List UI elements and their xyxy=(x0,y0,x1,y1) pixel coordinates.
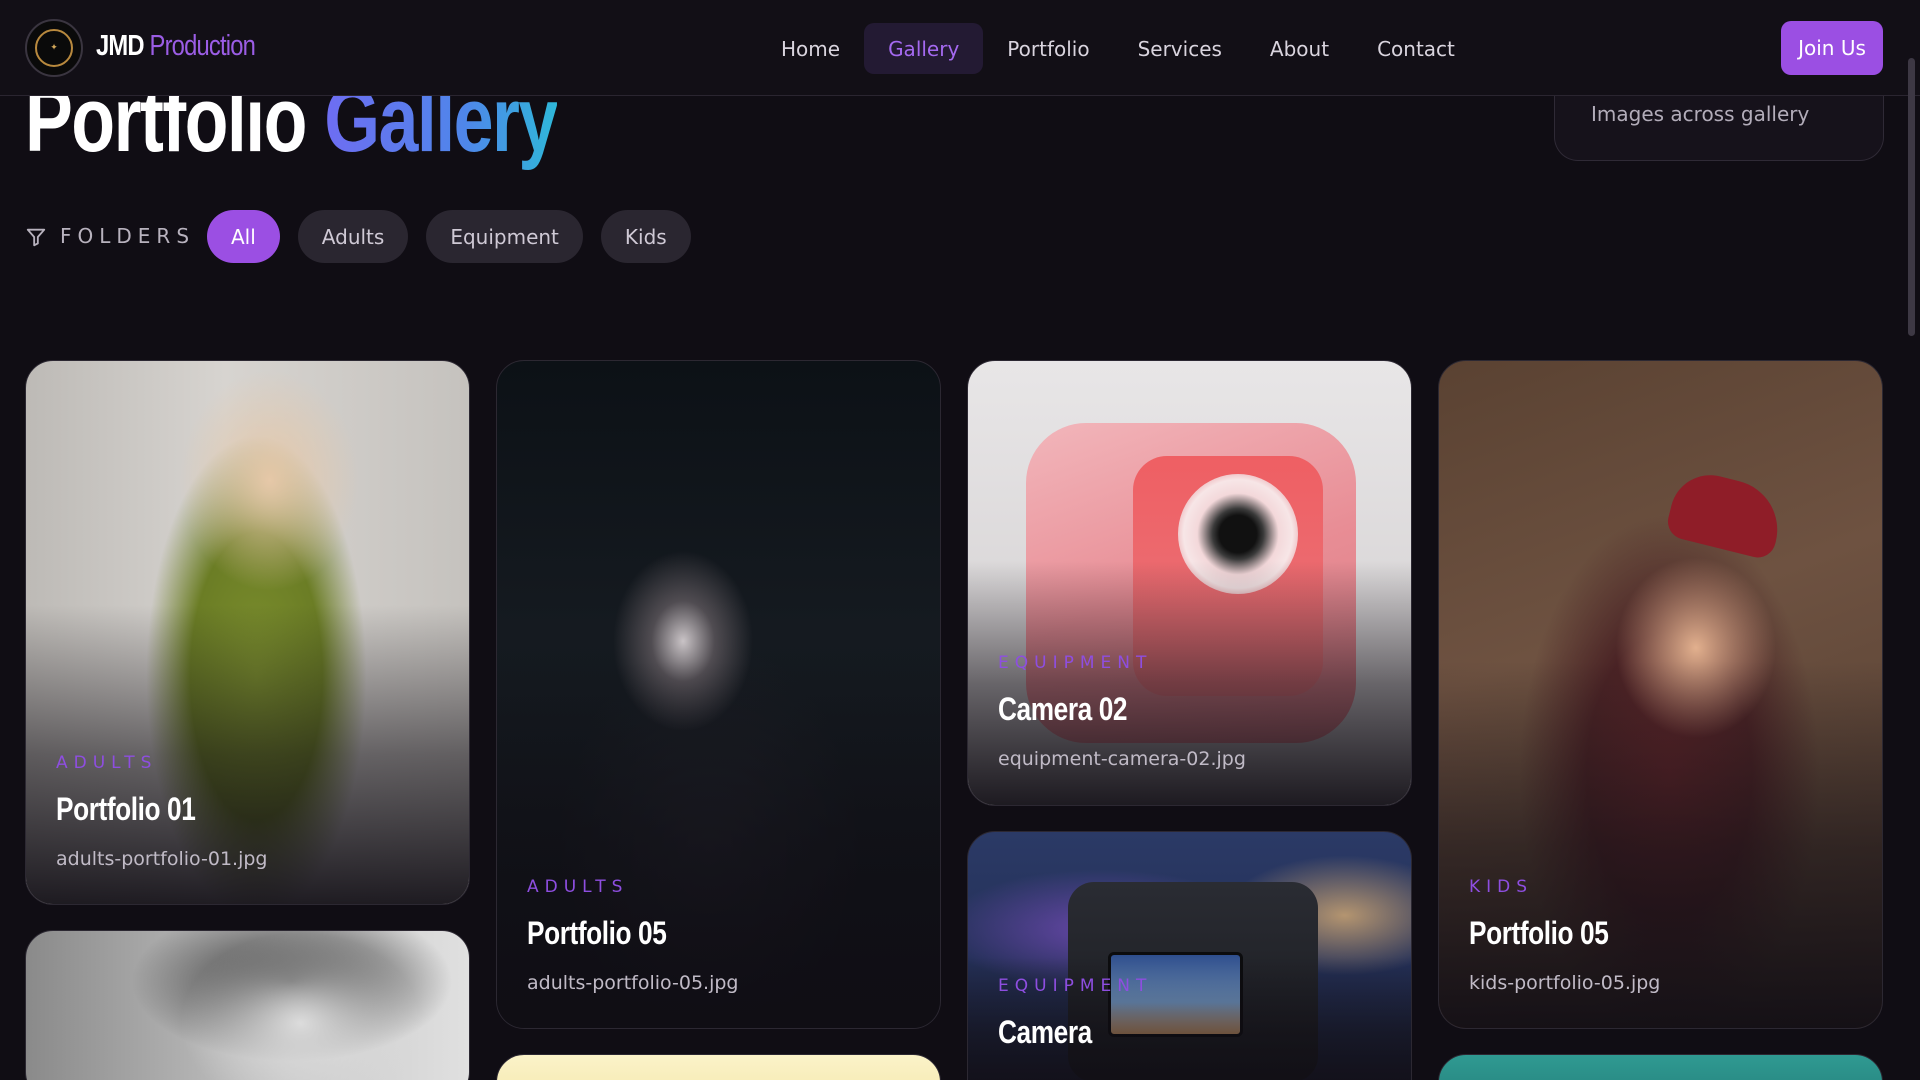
chip-kids[interactable]: Kids xyxy=(600,210,691,263)
nav-links: Home Gallery Portfolio Services About Co… xyxy=(757,23,1479,74)
card-category: ADULTS xyxy=(527,877,629,897)
gallery-card[interactable]: EQUIPMENT Camera 02 equipment-camera-02.… xyxy=(967,360,1412,806)
gallery-card[interactable]: KIDS Portfolio 05 kids-portfolio-05.jpg xyxy=(1438,360,1883,1029)
card-filename: equipment-camera-02.jpg xyxy=(998,748,1246,770)
gallery-card[interactable]: ADULTS Portfolio 01 adults-portfolio-01.… xyxy=(25,360,470,905)
gallery-card[interactable] xyxy=(496,1054,941,1080)
brand-part2: Production xyxy=(149,30,256,62)
nav-link-contact[interactable]: Contact xyxy=(1353,23,1479,74)
nav-link-home[interactable]: Home xyxy=(757,23,864,74)
gallery-card[interactable]: ADULTS Portfolio 05 adults-portfolio-05.… xyxy=(496,360,941,1029)
join-us-button[interactable]: Join Us xyxy=(1781,21,1883,75)
gallery-card[interactable]: EQUIPMENT Camera xyxy=(967,831,1412,1080)
card-title: Portfolio 05 xyxy=(1469,915,1609,951)
card-title: Camera xyxy=(998,1014,1092,1050)
card-filename: kids-portfolio-05.jpg xyxy=(1469,972,1661,994)
image-count-label: Images across gallery xyxy=(1591,102,1810,126)
logo[interactable]: ✦ xyxy=(25,19,83,77)
logo-emblem-icon: ✦ xyxy=(35,29,73,67)
brand-name[interactable]: JMD Production xyxy=(96,30,256,63)
chip-equipment[interactable]: Equipment xyxy=(426,210,583,263)
card-title: Camera 02 xyxy=(998,691,1128,727)
top-nav: ✦ JMD Production Home Gallery Portfolio … xyxy=(0,0,1920,96)
nav-link-about[interactable]: About xyxy=(1246,23,1353,74)
card-category: KIDS xyxy=(1469,877,1534,897)
gallery-card[interactable] xyxy=(1438,1054,1883,1080)
card-category: EQUIPMENT xyxy=(998,976,1153,996)
folders-label: FOLDERS xyxy=(60,224,196,248)
card-category: ADULTS xyxy=(56,753,158,773)
nav-link-services[interactable]: Services xyxy=(1114,23,1246,74)
page-scrollbar[interactable] xyxy=(1908,58,1915,336)
card-title: Portfolio 01 xyxy=(56,791,196,827)
card-category: EQUIPMENT xyxy=(998,653,1153,673)
card-filename: adults-portfolio-05.jpg xyxy=(527,972,739,994)
filter-icon xyxy=(26,228,46,247)
red-hat xyxy=(1664,466,1788,562)
chip-adults[interactable]: Adults xyxy=(297,210,409,263)
brand-part1: JMD xyxy=(96,30,145,62)
card-title: Portfolio 05 xyxy=(527,915,667,951)
chip-all[interactable]: All xyxy=(207,210,280,263)
card-filename: adults-portfolio-01.jpg xyxy=(56,848,268,870)
gallery-card[interactable] xyxy=(25,930,470,1080)
nav-link-portfolio[interactable]: Portfolio xyxy=(983,23,1113,74)
folder-chips: All Adults Equipment Kids xyxy=(207,210,691,263)
nav-link-gallery[interactable]: Gallery xyxy=(864,23,984,74)
